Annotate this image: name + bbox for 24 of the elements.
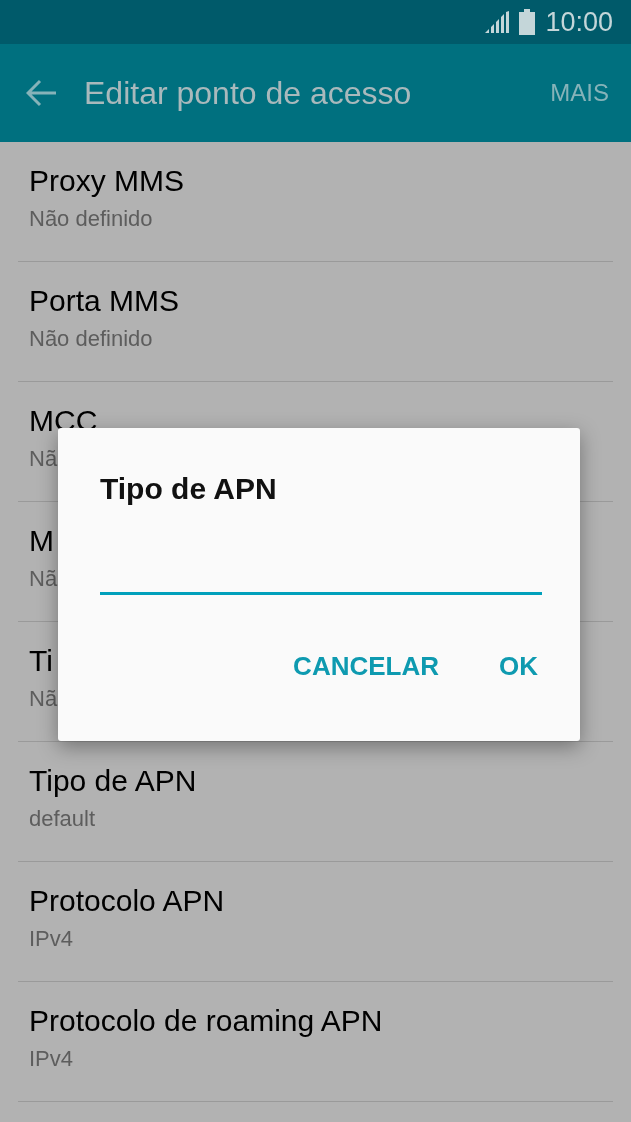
setting-value: Não definido [29, 325, 153, 353]
setting-title: Protocolo de roaming APN [29, 1003, 383, 1039]
setting-value: Não definido [29, 205, 153, 233]
cancel-button[interactable]: CANCELAR [293, 647, 439, 686]
dialog-title: Tipo de APN [100, 472, 277, 506]
setting-title: Proxy MMS [29, 163, 184, 199]
setting-value: IPv4 [29, 925, 74, 953]
setting-title: Tipo de APN [29, 763, 197, 799]
clock-time: 10:00 [545, 6, 613, 38]
signal-icon [485, 11, 510, 33]
setting-title: Ti [29, 643, 53, 679]
setting-value: IPv4 [29, 1045, 74, 1073]
more-button[interactable]: MAIS [550, 79, 609, 107]
ok-button[interactable]: OK [499, 647, 538, 686]
setting-title: Porta MMS [29, 283, 180, 319]
setting-value: Nã [29, 445, 58, 473]
setting-value: default [29, 805, 96, 833]
battery-icon [519, 9, 536, 35]
setting-value: Nã [29, 685, 58, 713]
setting-title: M [29, 523, 54, 559]
setting-value: Nã [29, 565, 58, 593]
screen-title: Editar ponto de acesso [84, 74, 413, 112]
setting-title: Protocolo APN [29, 883, 225, 919]
back-arrow-icon[interactable] [26, 79, 56, 107]
